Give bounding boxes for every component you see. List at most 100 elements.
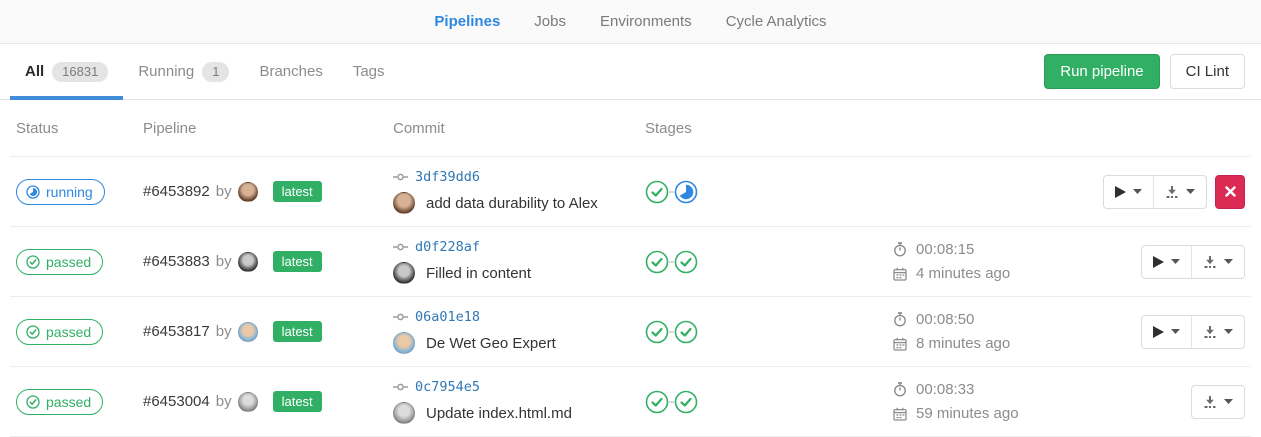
table-row: passed #6453004 by latest 0c7954e5 Updat… (10, 367, 1251, 437)
pipeline-id: #6453004 (143, 393, 210, 410)
commit-icon (393, 242, 408, 252)
commit-hash-link[interactable]: 0c7954e5 (415, 379, 480, 395)
download-icon (1203, 255, 1217, 269)
row-actions-group (1103, 175, 1207, 209)
play-icon (1153, 256, 1164, 268)
pipelines-filter-bar: All 16831 Running 1 Branches Tags Run pi… (0, 44, 1261, 100)
row-actions-group (1191, 385, 1245, 419)
avatar[interactable] (393, 402, 415, 424)
avatar[interactable] (393, 332, 415, 354)
commit-hash-link[interactable]: 3df39dd6 (415, 169, 480, 185)
close-icon (1225, 186, 1236, 197)
commit-hash-link[interactable]: 06a01e18 (415, 309, 480, 325)
avatar[interactable] (238, 252, 258, 272)
stopwatch-icon (893, 242, 907, 257)
by-label: by (216, 183, 232, 200)
header-pipeline: Pipeline (143, 120, 393, 137)
nav-tab-jobs[interactable]: Jobs (534, 13, 566, 30)
by-label: by (216, 253, 232, 270)
nav-tab-pipelines[interactable]: Pipelines (434, 13, 500, 30)
filter-tab-running-label: Running (138, 63, 194, 80)
status-badge[interactable]: passed (16, 249, 103, 275)
avatar[interactable] (393, 262, 415, 284)
pipeline-actions: Run pipeline CI Lint (1044, 44, 1245, 99)
commit-hash-link[interactable]: d0f228af (415, 239, 480, 255)
avatar[interactable] (238, 322, 258, 342)
chevron-down-icon (1224, 329, 1233, 334)
run-pipeline-button[interactable]: Run pipeline (1044, 54, 1159, 89)
status-badge-label: passed (46, 394, 91, 410)
by-label: by (216, 323, 232, 340)
header-commit: Commit (393, 120, 645, 137)
commit-message[interactable]: Update index.html.md (426, 405, 572, 422)
stage-passed-icon[interactable] (645, 180, 669, 204)
stopwatch-icon (893, 382, 907, 397)
play-dropdown-button[interactable] (1104, 176, 1153, 208)
filter-tab-tags-label: Tags (353, 63, 385, 80)
row-actions-group (1141, 245, 1245, 279)
stage-passed-icon[interactable] (645, 250, 669, 274)
status-badge[interactable]: passed (16, 319, 103, 345)
chevron-down-icon (1224, 259, 1233, 264)
chevron-down-icon (1224, 399, 1233, 404)
filter-tab-tags[interactable]: Tags (338, 44, 400, 99)
filter-tabs: All 16831 Running 1 Branches Tags (10, 44, 400, 99)
commit-message[interactable]: add data durability to Alex (426, 195, 598, 212)
nav-tab-environments[interactable]: Environments (600, 13, 692, 30)
commit-message[interactable]: De Wet Geo Expert (426, 335, 556, 352)
avatar[interactable] (238, 392, 258, 412)
filter-tab-all-label: All (25, 63, 44, 80)
passed-icon (26, 395, 40, 409)
stopwatch-icon (893, 312, 907, 327)
download-icon (1165, 185, 1179, 199)
commit-icon (393, 382, 408, 392)
stage-passed-icon[interactable] (674, 250, 698, 274)
play-dropdown-button[interactable] (1142, 246, 1191, 278)
download-icon (1203, 395, 1217, 409)
status-badge-label: running (46, 184, 93, 200)
duration: 00:08:15 (916, 241, 974, 258)
table-row: passed #6453883 by latest d0f228af Fille… (10, 227, 1251, 297)
ci-lint-button[interactable]: CI Lint (1170, 54, 1245, 89)
table-row: running #6453892 by latest 3df39dd6 add … (10, 157, 1251, 227)
filter-tab-branches-label: Branches (259, 63, 322, 80)
pipeline-id: #6453817 (143, 323, 210, 340)
table-row: passed #6453817 by latest 06a01e18 De We… (10, 297, 1251, 367)
filter-tab-all[interactable]: All 16831 (10, 44, 123, 99)
all-count-badge: 16831 (52, 62, 108, 82)
chevron-down-icon (1171, 329, 1180, 334)
stage-passed-icon[interactable] (645, 390, 669, 414)
filter-tab-running[interactable]: Running 1 (123, 44, 244, 99)
status-badge[interactable]: passed (16, 389, 103, 415)
commit-message[interactable]: Filled in content (426, 265, 531, 282)
by-label: by (216, 393, 232, 410)
stage-passed-icon[interactable] (645, 320, 669, 344)
artifacts-dropdown-button[interactable] (1191, 316, 1244, 348)
artifacts-dropdown-button[interactable] (1192, 386, 1244, 418)
time-ago: 8 minutes ago (916, 335, 1010, 352)
stage-passed-icon[interactable] (674, 320, 698, 344)
latest-badge: latest (273, 321, 322, 342)
chevron-down-icon (1171, 259, 1180, 264)
pipelines-table: Status Pipeline Commit Stages running #6… (10, 100, 1251, 437)
artifacts-dropdown-button[interactable] (1191, 246, 1244, 278)
avatar[interactable] (393, 192, 415, 214)
status-badge[interactable]: running (16, 179, 105, 205)
artifacts-dropdown-button[interactable] (1153, 176, 1206, 208)
time-ago: 59 minutes ago (916, 405, 1019, 422)
time-ago: 4 minutes ago (916, 265, 1010, 282)
project-nav: Pipelines Jobs Environments Cycle Analyt… (0, 0, 1261, 44)
stage-passed-icon[interactable] (674, 390, 698, 414)
stage-running-icon[interactable] (674, 180, 698, 204)
download-icon (1203, 325, 1217, 339)
cancel-pipeline-button[interactable] (1215, 175, 1245, 209)
nav-tab-cycle-analytics[interactable]: Cycle Analytics (726, 13, 827, 30)
commit-icon (393, 172, 408, 182)
latest-badge: latest (273, 181, 322, 202)
play-dropdown-button[interactable] (1142, 316, 1191, 348)
avatar[interactable] (238, 182, 258, 202)
filter-tab-branches[interactable]: Branches (244, 44, 337, 99)
passed-icon (26, 255, 40, 269)
chevron-down-icon (1186, 189, 1195, 194)
passed-icon (26, 325, 40, 339)
